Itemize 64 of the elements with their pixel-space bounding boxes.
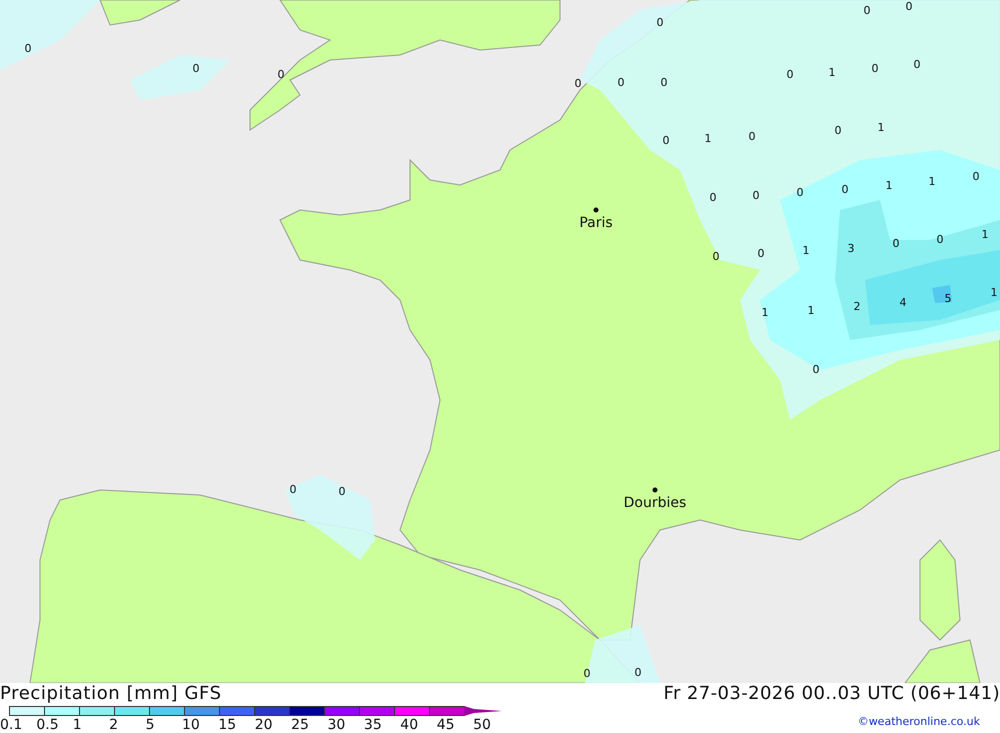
value-label: 0	[864, 4, 870, 17]
value-label: 1	[808, 304, 814, 317]
value-label: 1	[886, 179, 892, 192]
value-label: 0	[192, 62, 200, 75]
city-label: Dourbies	[624, 495, 686, 511]
legend-tick-label: 40	[400, 717, 420, 733]
value-label: 0	[662, 134, 670, 147]
value-label: 0	[834, 124, 842, 137]
legend-tick-label: 20	[254, 717, 274, 733]
city-label: Paris	[579, 215, 613, 231]
legend-tick-label: 50	[473, 717, 492, 733]
value-label: 0	[892, 237, 900, 250]
value-label: 0	[656, 16, 664, 29]
value-label: 0	[660, 76, 668, 89]
value-label: 0	[618, 76, 624, 89]
city-marker-icon	[594, 208, 598, 212]
credit-text: ©weatheronline.co.uk	[858, 715, 980, 728]
value-label: 1	[928, 175, 936, 188]
legend-tick-label: 1	[72, 717, 83, 733]
value-label: 0	[906, 0, 912, 13]
value-label: 1	[704, 132, 712, 145]
value-label: 0	[752, 189, 760, 202]
map-title: Precipitation [mm] GFS	[0, 683, 223, 705]
legend-tick-label: 25	[291, 717, 310, 733]
value-label: 1	[762, 306, 768, 319]
value-label: 0	[574, 77, 582, 90]
value-label: 5	[944, 292, 952, 305]
value-label: 0	[786, 68, 794, 81]
value-label: 1	[878, 121, 884, 134]
value-label: 0	[278, 68, 284, 81]
value-label: 0	[972, 170, 980, 183]
legend-tick-label: 15	[218, 717, 238, 733]
value-label: 0	[24, 42, 32, 55]
value-label: 1	[828, 66, 836, 79]
value-label: 0	[812, 363, 820, 376]
value-label: 0	[914, 58, 920, 71]
value-label: 2	[854, 300, 860, 313]
value-label: 0	[634, 666, 642, 679]
value-label: 0	[710, 191, 716, 204]
value-label: 0	[872, 62, 878, 75]
value-label: 1	[982, 228, 988, 241]
value-label: 0	[584, 667, 590, 680]
value-label: 0	[338, 485, 346, 498]
value-label: 0	[842, 183, 848, 196]
legend-tick-label: 35	[364, 717, 383, 733]
value-label: 1	[990, 286, 998, 299]
value-label: 0	[796, 186, 804, 199]
legend-tick-label: 0.5	[36, 717, 60, 733]
legend-tick-label: 5	[146, 717, 156, 733]
valid-time: Fr 27-03-2026 00..03 UTC (06+141)	[664, 683, 1000, 705]
value-label: 4	[900, 296, 906, 309]
value-label: 0	[936, 233, 944, 246]
legend-tick-label: 10	[182, 717, 201, 733]
legend-tick-label: 30	[328, 717, 346, 733]
value-label: 0	[290, 483, 296, 496]
city-marker-icon	[652, 488, 658, 492]
value-label: 0	[712, 250, 720, 263]
value-label: 3	[848, 242, 854, 255]
legend-tick-label: 45	[436, 717, 456, 733]
value-label: 1	[802, 244, 810, 257]
legend-tick-label: 2	[109, 717, 120, 733]
value-label: 0	[758, 247, 764, 260]
value-label: 0	[748, 130, 756, 143]
legend-tick-label: 0.1	[0, 717, 24, 733]
